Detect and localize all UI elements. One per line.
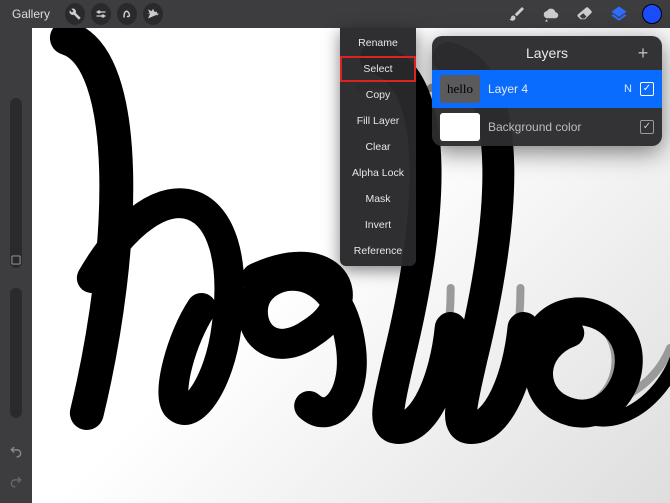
top-toolbar: Gallery [0,0,670,28]
actions-icon[interactable] [88,1,114,27]
redo-button[interactable] [6,471,26,491]
layer-thumbnail: hello [440,75,480,103]
sidebar [0,28,32,503]
layer-name: Background color [488,120,632,134]
eraser-icon[interactable] [568,1,602,27]
layer-name: Layer 4 [488,82,616,96]
layers-panel-title: Layers [460,45,634,61]
add-layer-button[interactable]: + [634,46,652,60]
brush-opacity-slider[interactable] [10,288,22,418]
sidebar-modify-button[interactable] [6,250,26,270]
layer-blend-mode[interactable]: N [624,83,632,95]
ctx-alpha-lock[interactable]: Alpha Lock [340,160,416,186]
ctx-select[interactable]: Select [340,56,416,82]
layer-thumbnail [440,113,480,141]
brush-size-slider[interactable] [10,98,22,268]
undo-button[interactable] [6,441,26,461]
transform-icon[interactable] [140,1,166,27]
layer-visibility-checkbox[interactable] [640,120,654,134]
brush-icon[interactable] [500,1,534,27]
layer-row[interactable]: hello Layer 4 N [432,70,662,108]
ctx-fill-layer[interactable]: Fill Layer [340,108,416,134]
gallery-button[interactable]: Gallery [0,7,62,21]
ctx-clear[interactable]: Clear [340,134,416,160]
layer-row[interactable]: Background color [432,108,662,146]
smudge-icon[interactable] [534,1,568,27]
ctx-invert[interactable]: Invert [340,212,416,238]
ctx-reference[interactable]: Reference [340,238,416,264]
ctx-copy[interactable]: Copy [340,82,416,108]
selection-icon[interactable] [114,1,140,27]
ctx-mask[interactable]: Mask [340,186,416,212]
color-swatch[interactable] [642,4,662,24]
layer-context-menu: Rename Select Copy Fill Layer Clear Alph… [340,28,416,266]
layer-visibility-checkbox[interactable] [640,82,654,96]
adjustments-icon[interactable] [62,1,88,27]
layers-panel: Layers + hello Layer 4 N Background colo… [432,36,662,146]
layers-icon[interactable] [602,1,636,27]
ctx-rename[interactable]: Rename [340,30,416,56]
